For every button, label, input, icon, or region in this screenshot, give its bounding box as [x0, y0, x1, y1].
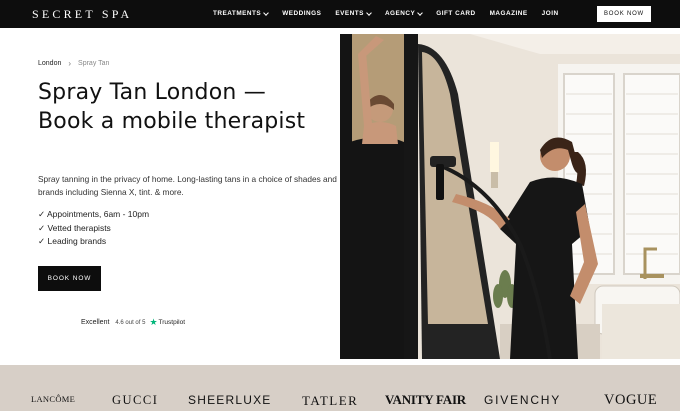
nav-agency[interactable]: AGENCY	[384, 9, 424, 17]
intro-text: Spray tanning in the privacy of home. Lo…	[38, 174, 337, 197]
trustpilot-label: Excellent	[81, 319, 110, 326]
nav-join[interactable]: JOIN	[542, 10, 559, 17]
nav-weddings[interactable]: WEDDINGS	[282, 10, 321, 17]
press-logo-lancome: LANCÔME	[31, 394, 76, 404]
nav-treatments[interactable]: TREATMENTS	[213, 9, 270, 17]
chevron-down-icon	[263, 9, 270, 16]
press-logo-sheerluxe: SHEERLUXE	[188, 393, 272, 407]
feature-item: ✓ Leading brands	[38, 236, 107, 246]
page-title: Spray Tan London — Book a mobile therapi…	[38, 80, 306, 134]
spray-tan-photo	[340, 34, 680, 359]
nav-events-label: EVENTS	[335, 10, 364, 17]
feature-item: ✓ Vetted therapists	[38, 222, 111, 233]
breadcrumb-current: Spray Tan	[78, 60, 110, 67]
nav-links: TREATMENTS WEDDINGS EVENTS AGENCY GIFT C…	[213, 9, 573, 17]
nav-treatments-label: TREATMENTS	[213, 10, 262, 17]
press-logo-tatler: TATLER	[302, 393, 359, 408]
nav-join-label: JOIN	[541, 10, 559, 17]
nav-book-now-button[interactable]: BOOK NOW	[597, 6, 651, 22]
press-logo-vanity-fair: VANITY FAIR	[385, 392, 466, 407]
nav-gift-card[interactable]: GIFT CARD	[436, 10, 475, 17]
book-now-button[interactable]: BOOK NOW	[38, 266, 101, 291]
press-logo-givenchy: GIVENCHY	[484, 393, 562, 407]
breadcrumb: London › Spray Tan	[38, 59, 109, 68]
nav-magazine[interactable]: MAGAZINE	[490, 10, 528, 17]
press-logo-vogue: VOGUE	[604, 392, 658, 408]
nav-agency-label: AGENCY	[384, 10, 416, 17]
hero-image	[340, 34, 680, 359]
chevron-down-icon	[366, 9, 372, 16]
star-icon: ★	[149, 317, 158, 327]
chevron-right-icon: ›	[68, 59, 72, 68]
feature-list: ✓ Appointments, 6am - 10pm ✓ Vetted ther…	[38, 208, 149, 249]
nav-magazine-label: MAGAZINE	[489, 10, 528, 17]
nav-events[interactable]: EVENTS	[335, 9, 372, 17]
trustpilot-brand: Trustpilot	[158, 319, 186, 326]
site-logo[interactable]: SECRET SPA	[32, 7, 132, 22]
nav-gift-card-label: GIFT CARD	[436, 10, 476, 17]
top-nav: SECRET SPA TREATMENTS WEDDINGS EVENTS AG…	[0, 0, 680, 28]
chevron-down-icon	[417, 9, 424, 16]
trustpilot-rating: 4.6 out of 5	[115, 319, 146, 326]
feature-item: ✓ Appointments, 6am - 10pm	[38, 209, 150, 219]
nav-weddings-label: WEDDINGS	[282, 10, 322, 17]
press-logo-gucci: GUCCI	[112, 393, 159, 407]
breadcrumb-london[interactable]: London	[38, 60, 61, 67]
trustpilot-widget[interactable]: Excellent 4.6 out of 5 ★ Trustpilot	[81, 317, 185, 328]
